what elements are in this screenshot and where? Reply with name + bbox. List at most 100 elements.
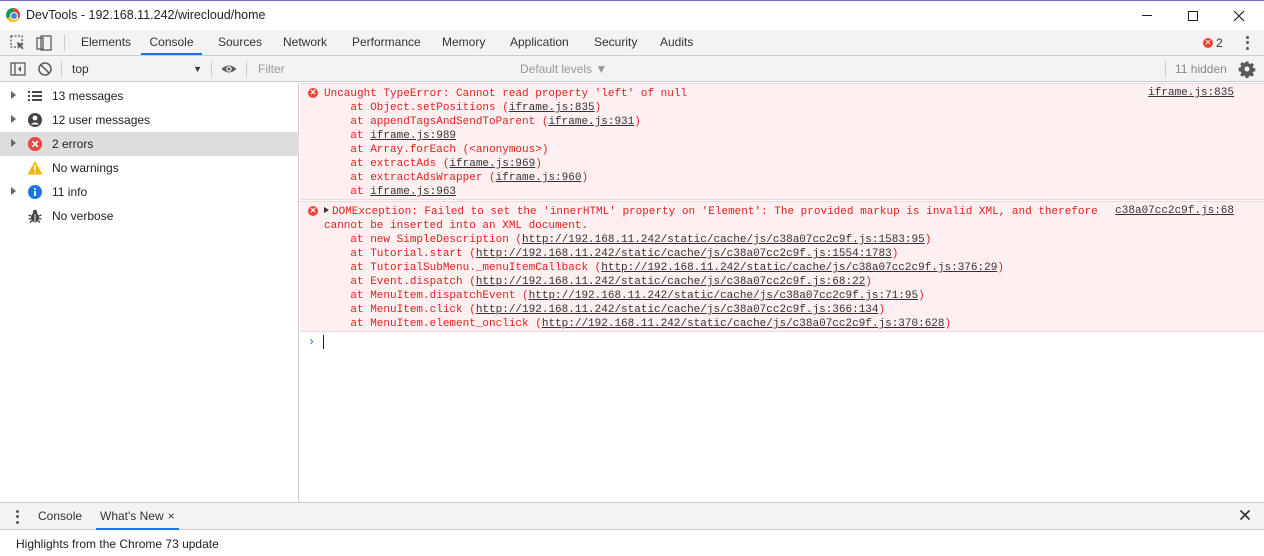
close-icon (1233, 10, 1245, 21)
context-selector[interactable]: top ▼ (66, 60, 206, 78)
error-icon: ✕ (1203, 38, 1213, 48)
sidebar-item-info[interactable]: 11 info (0, 180, 299, 204)
sidebar-item-user-messages[interactable]: 12 user messages (0, 108, 299, 132)
error-icon: ✕ (308, 88, 318, 98)
stack-frame-link[interactable]: http://192.168.11.242/static/cache/js/c3… (601, 262, 997, 274)
toolbar-divider (1165, 61, 1166, 77)
stack-frame: at appendTagsAndSendToParent (iframe.js:… (324, 116, 641, 128)
context-value: top (72, 62, 89, 76)
stack-frame: at Event.dispatch (http://192.168.11.242… (324, 276, 872, 288)
stack-frame-link[interactable]: http://192.168.11.242/static/cache/js/c3… (476, 276, 865, 288)
tab-audits[interactable]: Audits (658, 30, 695, 55)
list-icon (28, 91, 42, 101)
sidebar-item-verbose[interactable]: No verbose (0, 204, 299, 228)
toolbar-divider (211, 61, 212, 77)
tab-network[interactable]: Network (281, 30, 329, 55)
stack-frame: at extractAdsWrapper (iframe.js:960) (324, 172, 589, 184)
maximize-icon (1188, 10, 1198, 21)
toolbar-divider (61, 61, 62, 77)
close-drawer-button[interactable] (1239, 509, 1251, 525)
tab-memory[interactable]: Memory (440, 30, 487, 55)
dropdown-arrow-icon: ▼ (193, 64, 202, 74)
tab-application[interactable]: Application (508, 30, 571, 55)
sidebar-item-label: No warnings (52, 161, 119, 175)
whats-new-headline: Highlights from the Chrome 73 update (16, 537, 219, 551)
sidebar-item-messages[interactable]: 13 messages (0, 84, 299, 108)
drawer-tabbar: Console What's New × (0, 502, 1264, 530)
stack-frame-link[interactable]: iframe.js:835 (509, 102, 595, 114)
filter-input[interactable] (252, 59, 512, 79)
sidebar-item-errors[interactable]: 2 errors (0, 132, 299, 156)
whats-new-panel: Highlights from the Chrome 73 update (0, 530, 1264, 556)
expand-caret-icon[interactable] (11, 115, 16, 123)
expand-triangle-icon[interactable] (324, 207, 329, 213)
warning-icon (27, 161, 43, 175)
stack-frame: at Array.forEach (<anonymous>) (324, 144, 549, 156)
console-settings-gear-icon[interactable] (1238, 60, 1256, 78)
sidebar-item-label: 12 user messages (52, 113, 151, 127)
inspect-element-icon[interactable] (9, 34, 27, 52)
stack-frame-link[interactable]: http://192.168.11.242/static/cache/js/c3… (522, 234, 925, 246)
log-levels-dropdown[interactable]: Default levels ▼ (520, 62, 607, 76)
close-window-button[interactable] (1216, 1, 1262, 30)
stack-frame-link[interactable]: http://192.168.11.242/static/cache/js/c3… (476, 248, 892, 260)
stack-frame-link[interactable]: iframe.js:960 (496, 172, 582, 184)
error-text[interactable]: DOMException: Failed to set the 'innerHT… (324, 205, 1098, 219)
message-source-link[interactable]: c38a07cc2c9f.js:68 (1115, 205, 1234, 217)
error-icon: ✕ (308, 206, 318, 216)
message-source-link[interactable]: iframe.js:835 (1148, 87, 1234, 99)
sidebar-item-label: No verbose (52, 209, 114, 223)
sidebar-toggle-icon[interactable] (9, 60, 27, 78)
console-error-message[interactable]: ✕ iframe.js:835 Uncaught TypeError: Cann… (300, 83, 1264, 200)
drawer-tab-whats-new[interactable]: What's New × (96, 503, 179, 530)
window-title: DevTools - 192.168.11.242/wirecloud/home (26, 8, 266, 22)
console-prompt-icon: › (308, 335, 316, 349)
minimize-icon (1142, 15, 1152, 16)
expand-caret-icon[interactable] (11, 91, 16, 99)
error-count-badge[interactable]: ✕ 2 (1203, 35, 1223, 51)
stack-frame: at extractAds (iframe.js:969) (324, 158, 542, 170)
sidebar-item-label: 2 errors (52, 137, 94, 151)
console-error-message[interactable]: ✕ c38a07cc2c9f.js:68 DOMException: Faile… (300, 201, 1264, 332)
console-input-cursor[interactable] (323, 335, 324, 349)
tab-console[interactable]: Console (141, 30, 202, 55)
minimize-button[interactable] (1124, 1, 1170, 30)
expand-caret-icon[interactable] (11, 187, 16, 195)
info-icon (28, 185, 42, 199)
tab-elements[interactable]: Elements (79, 30, 133, 55)
stack-frame-link[interactable]: http://192.168.11.242/static/cache/js/c3… (529, 290, 918, 302)
tab-sources[interactable]: Sources (216, 30, 264, 55)
expand-caret-icon[interactable] (11, 139, 16, 147)
close-tab-icon[interactable]: × (168, 509, 175, 523)
error-text-continued: cannot be inserted into an XML document. (324, 220, 589, 232)
stack-frame-link[interactable]: http://192.168.11.242/static/cache/js/c3… (476, 304, 879, 316)
clear-console-icon[interactable] (36, 60, 54, 78)
device-toolbar-icon[interactable] (35, 34, 53, 52)
tab-security[interactable]: Security (592, 30, 639, 55)
stack-frame-link[interactable]: iframe.js:989 (370, 130, 456, 142)
stack-frame: at TutorialSubMenu._menuItemCallback (ht… (324, 262, 1004, 274)
error-icon (28, 137, 42, 151)
stack-frame: at new SimpleDescription (http://192.168… (324, 234, 932, 246)
stack-frame: at Tutorial.start (http://192.168.11.242… (324, 248, 899, 260)
chrome-logo-icon (6, 8, 20, 22)
toolbar-divider (64, 35, 65, 51)
stack-frame-link[interactable]: iframe.js:969 (449, 158, 535, 170)
live-expression-eye-icon[interactable] (220, 60, 238, 78)
devtools-menu-button[interactable] (1240, 35, 1254, 51)
stack-frame-link[interactable]: iframe.js:931 (548, 116, 634, 128)
tab-performance[interactable]: Performance (350, 30, 423, 55)
drawer-tab-console[interactable]: Console (34, 503, 86, 530)
stack-frame-link[interactable]: iframe.js:963 (370, 186, 456, 198)
console-output[interactable]: ✕ iframe.js:835 Uncaught TypeError: Cann… (300, 83, 1264, 502)
close-icon (1239, 509, 1251, 521)
error-count: 2 (1216, 36, 1223, 50)
stack-frame-link[interactable]: http://192.168.11.242/static/cache/js/c3… (542, 318, 945, 330)
stack-frame: at iframe.js:963 (324, 186, 457, 198)
sidebar-item-label: 11 info (52, 185, 88, 199)
sidebar-item-warnings[interactable]: No warnings (0, 156, 299, 180)
maximize-button[interactable] (1170, 1, 1216, 30)
bug-icon (28, 209, 42, 223)
drawer-tab-label: What's New (100, 509, 164, 523)
drawer-menu-button[interactable] (12, 509, 22, 525)
